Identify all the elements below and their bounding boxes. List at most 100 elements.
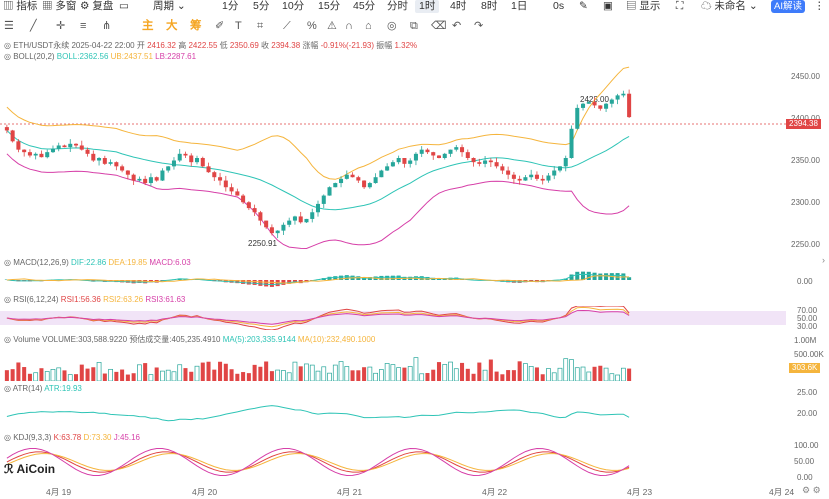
boll-settings-icon[interactable]: ◎	[4, 52, 13, 61]
layers-icon[interactable]: ⧉	[410, 19, 418, 33]
kdj-chart[interactable]	[0, 443, 790, 479]
candle	[546, 173, 551, 183]
candle	[350, 172, 355, 178]
volume-bar	[194, 365, 200, 381]
candle	[534, 171, 539, 181]
candle	[166, 166, 171, 173]
candle	[575, 104, 580, 130]
y-tick-2450: 2450.00	[791, 72, 820, 81]
refresh-interval[interactable]: 0s	[553, 0, 564, 13]
candle	[379, 169, 384, 178]
tf-1h[interactable]: 1时	[415, 0, 440, 13]
volume-bar	[125, 374, 130, 381]
replay-icon: ⚙	[80, 0, 93, 12]
candle	[148, 173, 153, 187]
candle	[281, 222, 286, 235]
volume-settings-icon[interactable]: ◎	[4, 335, 13, 344]
macd-bar	[396, 275, 401, 280]
top-toolbar: ▥ 指标 ▦ 多窗 ⚙ 复盘 ▭ 周期 ⌄ 1分 5分 10分 15分 45分 …	[0, 0, 829, 14]
volume-bar	[246, 373, 251, 381]
indicators-button[interactable]: ▥ 指标	[3, 0, 37, 13]
volume-bar	[598, 365, 603, 381]
more-icon[interactable]: ⋮	[814, 0, 825, 13]
collapse-right-icon[interactable]: ›	[822, 255, 825, 265]
ruler-icon[interactable]: ⌗	[257, 19, 263, 33]
rsi-settings-icon[interactable]: ◎	[4, 295, 13, 304]
text-icon[interactable]: T	[235, 19, 242, 33]
candle	[154, 176, 159, 182]
candle	[125, 170, 130, 180]
crosshair-icon[interactable]: ✛	[56, 19, 65, 33]
draw-tools-icon[interactable]: ✎	[579, 0, 588, 13]
tf-1d[interactable]: 1日	[511, 0, 527, 13]
candle	[321, 194, 326, 209]
tf-10m[interactable]: 10分	[282, 0, 304, 13]
layout-dropdown[interactable]: ☁ 未命名 ⌄	[701, 0, 758, 13]
percent-icon[interactable]: %	[307, 19, 317, 33]
atr-settings-icon[interactable]: ◎	[4, 384, 13, 393]
ai-analyze-button[interactable]: AI解读	[771, 0, 805, 13]
volume-bar	[344, 366, 350, 381]
tf-15m[interactable]: 15分	[318, 0, 340, 13]
volume-bar	[74, 374, 79, 381]
menu-icon[interactable]: ☰	[4, 19, 14, 33]
main-price-chart[interactable]: 2423.00 2250.91	[0, 62, 790, 254]
macd-settings-icon[interactable]: ◎	[4, 258, 13, 267]
x-label-apr20: 4月 20	[192, 487, 218, 497]
candle	[483, 155, 488, 168]
sidebar-toggle-icon[interactable]: ▭	[119, 0, 129, 13]
big-order-label[interactable]: 大	[166, 19, 178, 33]
redo-icon[interactable]: ↷	[474, 19, 483, 33]
undo-icon[interactable]: ↶	[452, 19, 461, 33]
atr-chart[interactable]	[0, 394, 790, 430]
screenshot-icon[interactable]: ▣	[603, 0, 613, 13]
candle	[194, 155, 200, 165]
candle	[108, 159, 113, 166]
delete-icon[interactable]: ⌫	[431, 19, 447, 33]
fibonacci-icon[interactable]: ≡	[80, 19, 86, 33]
rsi-chart[interactable]	[0, 306, 790, 330]
multi-window-button[interactable]: ▦ 多窗	[42, 0, 76, 13]
candle	[33, 152, 38, 160]
tf-5m[interactable]: 5分	[253, 0, 269, 13]
kdj-y-tick-50: 50.00	[794, 457, 815, 466]
macd-legend: ◎ MACD(12,26,9) DIF:22.86 DEA:19.85 MACD…	[4, 258, 191, 267]
eye-icon[interactable]: ◎	[387, 19, 397, 33]
volume-bar	[321, 366, 327, 381]
tf-45m[interactable]: 45分	[353, 0, 375, 13]
candle	[327, 186, 332, 196]
volume-bar	[500, 374, 505, 381]
volume-bar	[356, 370, 361, 381]
candle	[413, 152, 418, 166]
atr-legend: ◎ ATR(14) ATR:19.93	[4, 384, 82, 393]
volume-chart[interactable]	[0, 345, 790, 381]
tf-1m[interactable]: 1分	[222, 0, 238, 13]
alert-icon[interactable]: ⚠	[327, 19, 337, 33]
candle	[373, 173, 378, 184]
collapse-icon[interactable]: ◎	[4, 41, 13, 50]
pattern-icon[interactable]: ⋔	[102, 19, 111, 33]
tf-4h[interactable]: 4时	[450, 0, 466, 13]
display-button[interactable]: ▤ 显示	[626, 0, 660, 13]
ruler-measure-icon[interactable]: ⟋	[283, 19, 291, 33]
candle	[304, 218, 309, 224]
trendline-icon[interactable]: ╱	[30, 19, 37, 33]
axis-settings-icon[interactable]: ⚙ ⚙	[802, 485, 821, 496]
period-dropdown[interactable]: 周期 ⌄	[153, 0, 186, 13]
candle	[385, 163, 390, 171]
tf-8h[interactable]: 8时	[481, 0, 497, 13]
candle	[344, 170, 349, 180]
chip-distribution-label[interactable]: 筹	[190, 19, 202, 33]
kdj-settings-icon[interactable]: ◎	[4, 433, 13, 442]
x-label-apr19: 4月 19	[46, 487, 72, 497]
lock-icon[interactable]: ⌂	[365, 19, 372, 33]
candle	[581, 102, 586, 111]
replay-button[interactable]: ⚙ 复盘	[80, 0, 113, 13]
macd-chart[interactable]	[0, 268, 790, 290]
magnet-icon[interactable]: ∩	[345, 19, 353, 33]
main-chart-label[interactable]: 主	[142, 19, 154, 33]
candle	[114, 161, 119, 171]
fullscreen-icon[interactable]: ⛶	[676, 0, 683, 13]
tf-timeshare[interactable]: 分时	[387, 0, 408, 13]
brush-icon[interactable]: ✐	[215, 19, 224, 33]
